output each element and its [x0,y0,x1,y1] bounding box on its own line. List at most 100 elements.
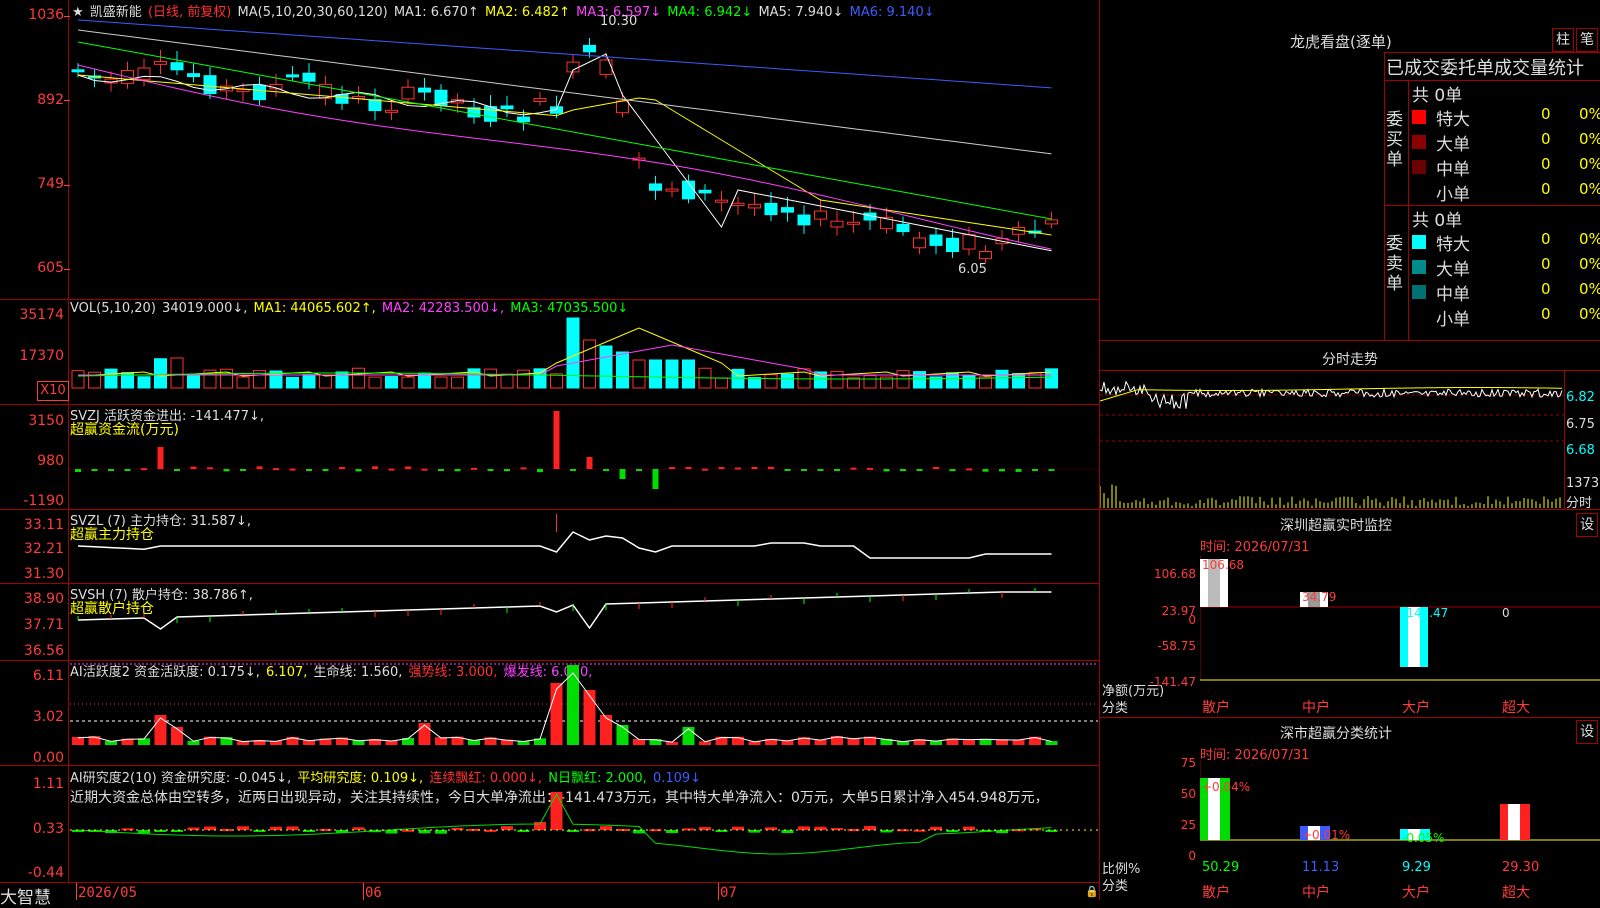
flow-bar [240,469,246,471]
svzj-axis-2: 980 [37,453,64,469]
buy-swatch-3 [1412,185,1426,199]
class-cat-1: 散户 [1202,885,1230,901]
volume-bar [368,376,382,389]
volume-bar [302,374,316,389]
flow-bar [933,467,939,470]
monitor-cat-2: 中户 [1302,700,1330,716]
tick-view-button[interactable]: 笔 [1576,28,1598,52]
flow-bar [735,467,741,470]
candle-body [253,84,266,101]
activity-bar [600,715,612,745]
flow-bar [174,469,180,471]
volume-chart[interactable] [70,300,1098,404]
bar-view-button[interactable]: 柱 [1552,28,1574,52]
flow-bar [619,469,626,479]
intraday-title: 分时走势 [1322,352,1378,368]
svzl-axis-1: 33.11 [23,517,64,533]
monitor-time: 时间: 2026/07/31 [1200,540,1310,555]
volume-bar [451,376,464,389]
lock-icon[interactable]: 🔒 [1085,885,1099,898]
intraday-chart[interactable] [1100,371,1564,509]
svzj-axis-3: -1190 [23,493,64,509]
sell-swatch-3 [1412,310,1426,324]
flow-bar [372,466,378,469]
kline-axis-2: 892 [37,92,64,108]
volume-bar [154,358,167,389]
vl [76,883,77,900]
flow-bar [603,469,609,471]
volume-bar [104,368,118,389]
activity-bar [1045,741,1058,745]
volume-bar [1045,368,1058,389]
flow-bar [850,467,857,470]
monitor-chart[interactable] [1200,555,1600,685]
monitor-cat-3: 大户 [1402,700,1430,716]
candle-body [797,214,811,226]
candle-body [979,251,992,260]
sell-pct-0: 0% [1579,230,1600,248]
fund-flow-chart[interactable] [70,405,1098,509]
volume-bar [665,359,679,389]
flow-bar [1048,469,1055,471]
ai-research-chart[interactable] [70,766,1098,882]
ai1-axis-1: 6.11 [32,668,64,684]
candle-body [649,183,662,191]
research-bar [138,830,150,834]
stat-tabs[interactable]: 已成交委托单成交量统计 [1386,54,1584,80]
candle-body [599,59,613,75]
buy-count-3: 0 [1541,180,1551,198]
flow-bar [520,467,527,470]
sell-swatch-2 [1412,285,1426,299]
volume-bar [352,367,365,389]
buy-pct-2: 0% [1579,155,1600,173]
flow-bar [900,469,906,472]
research-bar [237,826,249,830]
flow-bar [190,466,197,469]
sell-count-0: 0 [1541,230,1551,248]
sell-label-3: 小单 [1436,310,1470,330]
pane-divider-bottom [0,882,1099,883]
candle-body [236,89,250,93]
flow-bar [124,469,131,471]
candlestick-chart[interactable] [70,0,1098,298]
vl [718,883,719,900]
buy-label-2: 中单 [1436,160,1470,180]
candle-body [203,75,217,95]
flow-bar [817,469,824,471]
retail-position-chart[interactable] [70,584,1098,660]
sell-swatch-1 [1412,260,1426,274]
class-cat-4: 超大 [1502,885,1530,901]
sell-swatch-0 [1412,235,1426,249]
flow-bar [685,466,692,469]
volume-bar [566,317,580,389]
class-value-3: 9.29 [1402,860,1431,875]
flow-bar [75,469,81,473]
class-axis-1: 75 [1180,756,1196,770]
intraday-axis-1: 6.82 [1566,390,1595,405]
research-bar [204,826,216,830]
candle-body [764,202,778,216]
main-position-chart[interactable] [70,510,1098,583]
monitor-value-3: -141.47 [1402,606,1449,620]
volume-bar [500,373,514,389]
vl [1408,80,1409,340]
volume-bar [71,370,85,389]
sell-label-2: 中单 [1436,285,1470,305]
flow-bar [289,468,296,471]
class-settings-button[interactable]: 设 [1576,720,1598,744]
candle-body [170,62,184,71]
ai-activity-chart[interactable] [70,661,1098,765]
volume-bar [286,376,299,389]
class-cat-2: 中户 [1302,885,1330,901]
class-chart[interactable] [1200,760,1600,872]
ma4-line [77,41,1052,220]
candle-body [368,99,382,112]
flow-bar [471,467,477,470]
monitor-settings-button[interactable]: 设 [1576,513,1598,537]
activity-bar [418,723,431,745]
flow-bar [702,468,708,471]
buy-swatch-2 [1412,160,1426,174]
volume-bar [715,377,728,389]
flow-bar [883,469,890,472]
candle-body [583,44,596,53]
